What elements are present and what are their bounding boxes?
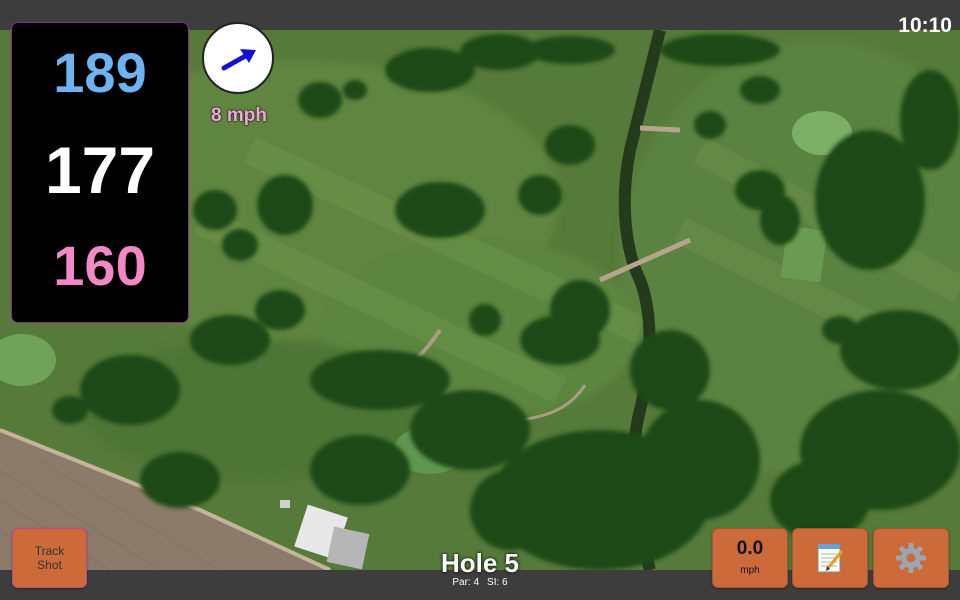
center-of-green-yardage: 177 [44,133,156,207]
settings-button[interactable] [873,528,949,588]
back-of-green-yardage: 189 [53,41,147,104]
hole-title: Hole 5 [440,548,520,578]
speed-value: 0.0 [736,538,764,559]
stroke-index-label: SI: 6 [487,577,508,588]
speed-button[interactable]: 0.0 mph [712,528,788,588]
track-shot-label: Track Shot [34,544,65,572]
track-shot-button[interactable]: Track Shot [12,528,87,588]
front-of-green-yardage: 160 [53,234,147,297]
notepad-icon [817,544,844,573]
clock-time: 10:10 [898,14,952,37]
yardage-panel: 189 177 160 [11,22,189,323]
notes-button[interactable] [792,528,868,588]
gear-icon [896,543,926,573]
speed-unit: mph [740,565,760,576]
hole-info: Par: 4 SI: 6 [380,577,580,589]
wind-speed-label: 8 mph [211,105,267,126]
wind-direction-dial [202,22,274,94]
par-label: Par: 4 [452,577,480,588]
arrow-icon [221,49,256,71]
